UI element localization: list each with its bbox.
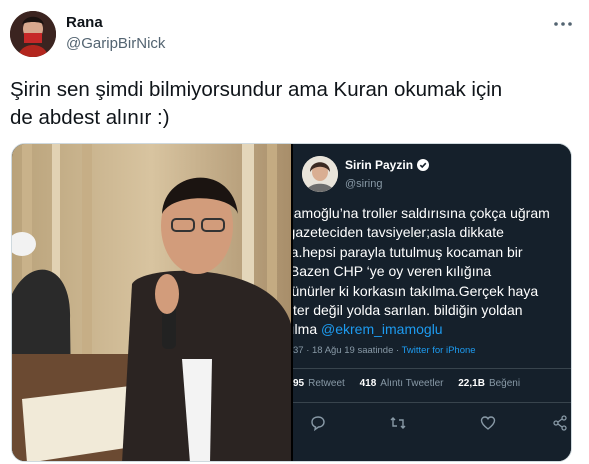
tweet-text: Şirin sen şimdi bilmiyorsundur ama Kuran… (10, 76, 570, 132)
tweet-text-line: de abdest alınır :) (10, 106, 170, 129)
screenshot-author-handle: @siring (345, 178, 383, 190)
retweet-count: 95 (293, 378, 305, 389)
screenshot-source: Twitter for iPhone (401, 345, 476, 356)
quoted-screenshot[interactable]: Sirin Payzin @siring imamoğlu’na troller… (293, 144, 571, 461)
screenshot-body: imamoğlu’na troller saldırısına çokça uğ… (293, 204, 571, 340)
screenshot-time: 37 · 18 Ağu 19 saatinde · (293, 345, 402, 356)
screenshot-stats: 95 Retweet 418 Alıntı Tweetler 22,1B Beğeni (293, 378, 520, 389)
mention-link: @ekrem_imamoglu (321, 321, 443, 338)
screenshot-line: ma.hepsi parayla tutulmuş kocaman bir (293, 243, 523, 260)
avatar[interactable] (10, 11, 56, 57)
quote-label: Alıntı Tweetler (380, 378, 444, 389)
like-count: 22,1B (458, 378, 485, 389)
tweet-media[interactable]: Sirin Payzin @siring imamoğlu’na troller… (11, 143, 572, 462)
author-handle[interactable]: @GaripBirNick (66, 35, 165, 52)
screenshot-line: ç.Bazen CHP ‘ye oy veren kılığına (293, 263, 492, 280)
screenshot-line: ürünürler ki korkasın takılma.Gerçek hay… (293, 282, 539, 299)
divider (293, 402, 571, 403)
screenshot-avatar (302, 156, 338, 192)
screenshot-author-name-text: Sirin Payzin (345, 158, 414, 172)
screenshot-line: vitter değil yolda sarılan. bildiğin yol… (293, 302, 523, 319)
retweet-label: Retweet (308, 378, 345, 389)
like-label: Beğeni (488, 378, 521, 389)
author-name[interactable]: Rana (66, 14, 103, 31)
share-icon (551, 414, 569, 432)
screenshot-author-name: Sirin Payzin (345, 158, 430, 172)
tweet-text-line: Şirin sen şimdi bilmiyorsundur ama Kuran… (10, 78, 503, 101)
verified-icon (417, 159, 430, 171)
retweet-icon (389, 414, 407, 432)
screenshot-line: imamoğlu’na troller saldırısına çokça uğ… (293, 205, 550, 221)
reply-icon (309, 414, 327, 432)
media-photo[interactable] (12, 144, 291, 461)
screenshot-meta: 37 · 18 Ağu 19 saatinde · Twitter for iP… (293, 345, 476, 356)
screenshot-line: yrılma @ekrem_imamoglu (293, 320, 571, 339)
screenshot-line: r gazeteciden tavsiyeler;asla dikkate (293, 224, 504, 241)
more-icon[interactable] (551, 16, 575, 32)
screenshot-actions (293, 414, 571, 438)
divider (293, 368, 571, 369)
screenshot-line-prefix: yrılma (293, 321, 318, 338)
quote-count: 418 (359, 378, 377, 389)
like-icon (479, 414, 497, 432)
